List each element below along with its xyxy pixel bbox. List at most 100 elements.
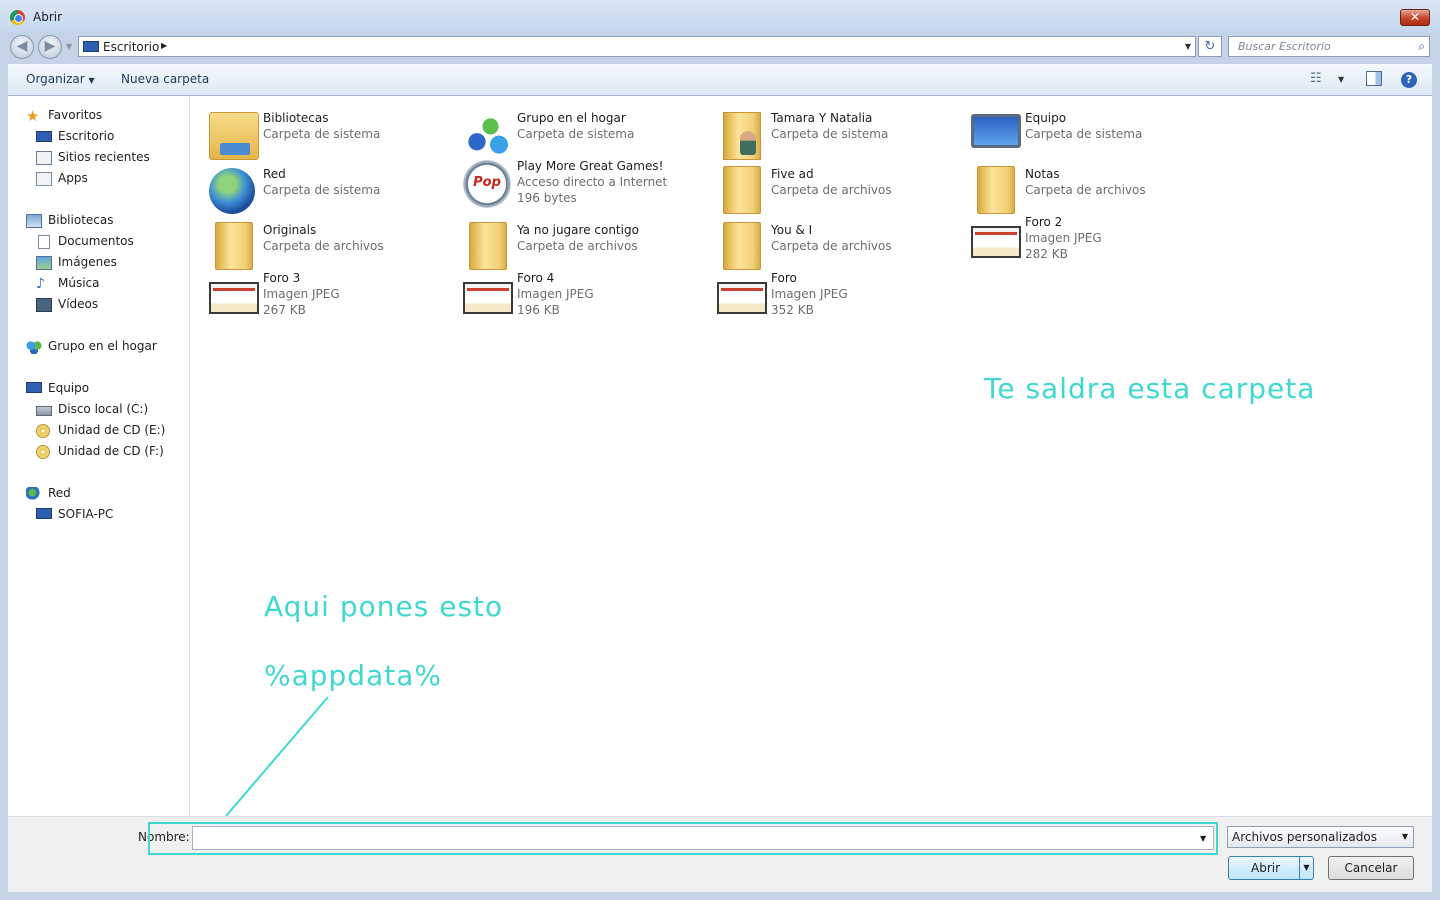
desktop-icon [83,41,99,52]
file-type: Carpeta de archivos [263,239,384,253]
file-type: Carpeta de sistema [771,127,889,141]
file-type: Carpeta de sistema [1025,127,1143,141]
new-folder-button[interactable]: Nueva carpeta [121,72,209,86]
refresh-button[interactable]: ↻ [1198,36,1222,57]
file-name: Bibliotecas [263,111,329,125]
pc-icon [36,508,52,519]
file-item-five-ad[interactable]: Five ad Carpeta de archivos [717,166,967,220]
file-name: Five ad [771,167,814,181]
file-type: Carpeta de sistema [263,183,381,197]
sidebar-item-label: Unidad de CD (E:) [58,423,166,437]
file-name: Foro 2 [1025,215,1063,229]
close-button[interactable]: ✕ [1400,9,1430,26]
file-item-grupo-hogar[interactable]: Grupo en el hogar Carpeta de sistema [463,110,713,164]
file-type: Carpeta de archivos [1025,183,1146,197]
file-size: 282 KB [1025,247,1068,261]
file-name-dropdown-icon[interactable]: ▼ [1200,834,1206,843]
sidebar-item-label: Música [58,276,100,290]
address-dropdown-icon[interactable]: ▼ [1185,42,1191,51]
file-type-filter[interactable]: Archivos personalizados ▼ [1227,826,1414,848]
file-item-ya-no-jugare[interactable]: Ya no jugare contigo Carpeta de archivos [463,222,713,276]
file-item-originals[interactable]: Originals Carpeta de archivos [209,222,459,276]
view-dropdown-icon[interactable]: ▼ [1338,75,1344,84]
chevron-down-icon: ▼ [1401,832,1408,841]
network-icon [26,487,42,501]
search-box[interactable]: Buscar Escritorio ⌕ [1228,36,1430,57]
disk-icon [36,406,52,416]
file-name: Red [263,167,286,181]
sidebar-item-label: Apps [58,171,88,185]
navigation-bar: ◀ ▶ ▼ Escritorio ▶ ▼ ↻ Buscar Escritorio… [0,32,1440,62]
documents-icon [38,235,50,249]
file-type: Carpeta de sistema [517,127,635,141]
file-name: Foro 4 [517,271,555,285]
file-item-foro-4[interactable]: Foro 4 Imagen JPEG 196 KB [463,270,713,324]
file-type: Imagen JPEG [771,287,848,301]
file-item-you-and-i[interactable]: You & I Carpeta de archivos [717,222,967,276]
open-button[interactable]: Abrir ▼ [1228,856,1314,880]
preview-pane-icon[interactable] [1366,71,1382,86]
recent-places-icon [36,151,52,165]
dialog-body: ★ Favoritos Escritorio Sitios recientes A… [8,96,1432,816]
pictures-icon [36,256,52,270]
help-icon[interactable]: ? [1401,72,1417,88]
sidebar-item-label: Imágenes [58,255,117,269]
sidebar-item-label: Sitios recientes [58,150,150,164]
file-item-equipo[interactable]: Equipo Carpeta de sistema [971,110,1221,164]
breadcrumb-escritorio[interactable]: Escritorio [103,40,159,54]
popcap-icon: Pop Cap [463,160,511,236]
file-size: 196 KB [517,303,560,317]
file-name: Tamara Y Natalia [771,111,873,125]
file-type: Carpeta de sistema [263,127,381,141]
search-icon[interactable]: ⌕ [1418,39,1425,54]
file-item-tamara-natalia[interactable]: Tamara Y Natalia Carpeta de sistema [717,110,967,164]
sidebar-item-label: Unidad de CD (F:) [58,444,164,458]
file-item-foro-3[interactable]: Foro 3 Imagen JPEG 267 KB [209,270,459,324]
file-name-input[interactable] [192,826,1214,850]
image-thumbnail-icon [209,282,259,314]
music-icon: ♪ [36,276,45,292]
file-type: Carpeta de archivos [771,239,892,253]
computer-icon [971,114,1021,148]
organize-menu[interactable]: Organizar ▼ [26,72,95,86]
file-name: Equipo [1025,111,1067,125]
file-list: Bibliotecas Carpeta de sistema Grupo en … [191,96,1432,816]
recent-locations-dropdown[interactable]: ▼ [66,42,72,51]
user-folder-icon [723,112,761,160]
desktop-icon [36,131,52,142]
open-options-dropdown-icon[interactable]: ▼ [1299,857,1313,879]
file-item-notas[interactable]: Notas Carpeta de archivos [971,166,1221,220]
title-bar: Abrir ✕ [0,0,1440,32]
sidebar-item-label: Favoritos [48,108,103,122]
image-thumbnail-icon [717,282,767,314]
file-name: Foro 3 [263,271,301,285]
annotation-folder-note: Te saldra esta carpeta [984,372,1316,405]
file-item-foro[interactable]: Foro Imagen JPEG 352 KB [717,270,967,324]
address-bar[interactable]: Escritorio ▶ ▼ [78,36,1196,57]
file-item-red[interactable]: Red Carpeta de sistema [209,166,459,220]
star-icon: ★ [26,107,40,125]
file-size: 267 KB [263,303,306,317]
file-type-filter-value: Archivos personalizados [1232,830,1377,844]
breadcrumb-chevron-icon[interactable]: ▶ [161,41,167,50]
file-type: Imagen JPEG [263,287,340,301]
navigation-pane: ★ Favoritos Escritorio Sitios recientes A… [8,96,190,816]
cancel-button[interactable]: Cancelar [1328,856,1414,880]
file-name-label: Nombre: [138,830,190,844]
file-size: 352 KB [771,303,814,317]
file-name: Grupo en el hogar [517,111,626,125]
file-name: You & I [771,223,813,237]
back-button[interactable]: ◀ [10,35,34,59]
cd-drive-icon [36,445,50,459]
folder-icon [723,166,761,214]
change-view-icon[interactable]: ☷ [1310,71,1322,86]
sidebar-item-label: Disco local (C:) [58,402,149,416]
forward-button[interactable]: ▶ [38,35,62,59]
image-thumbnail-icon [463,282,513,314]
sidebar-item-label: Equipo [48,381,90,395]
file-item-play-more-games[interactable]: Pop Cap Play More Great Games! Acceso di… [463,158,713,236]
sidebar-item-label: Red [48,486,71,500]
file-item-foro-2[interactable]: Foro 2 Imagen JPEG 282 KB [971,214,1221,268]
file-item-bibliotecas[interactable]: Bibliotecas Carpeta de sistema [209,110,459,164]
folder-icon [215,222,253,270]
